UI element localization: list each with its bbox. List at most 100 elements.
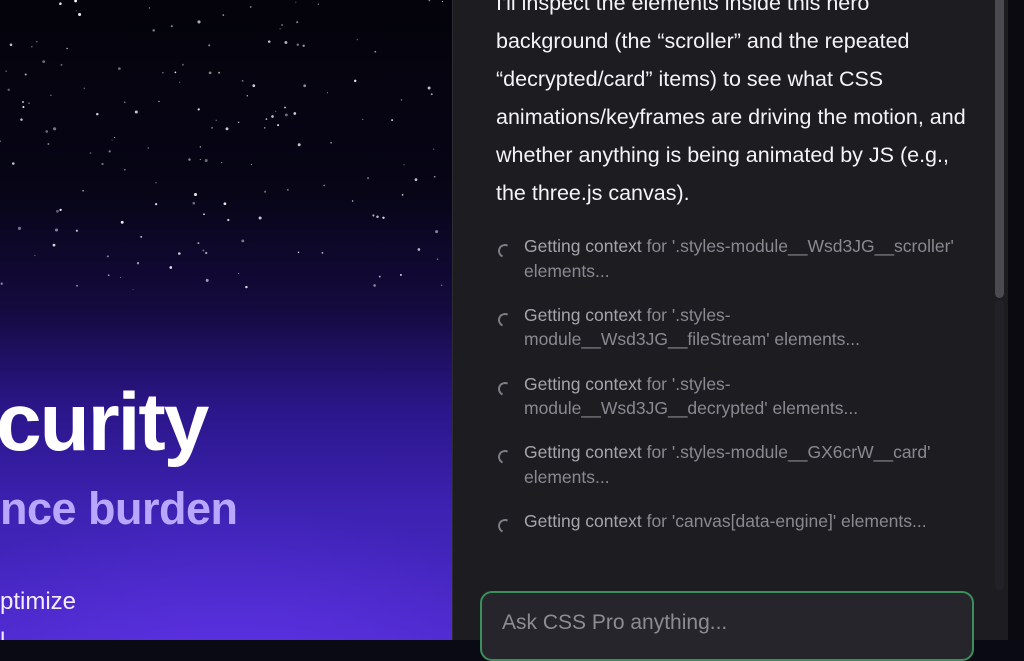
star	[66, 47, 68, 50]
star	[264, 127, 266, 129]
star	[83, 87, 85, 89]
star	[170, 25, 173, 28]
star	[197, 20, 201, 24]
star	[433, 148, 435, 150]
star	[433, 175, 436, 178]
star	[59, 2, 62, 6]
chat-composer[interactable]	[480, 591, 974, 661]
tool-call-lead: Getting context	[524, 373, 642, 394]
star	[205, 251, 208, 255]
tool-call-item: Getting context for '.styles-module__Wsd…	[496, 234, 976, 303]
star	[56, 209, 59, 213]
star	[179, 81, 181, 83]
star	[22, 105, 25, 109]
star	[108, 150, 111, 153]
star	[140, 235, 143, 238]
star	[427, 86, 431, 90]
star	[296, 21, 299, 24]
star	[205, 278, 209, 282]
star	[0, 140, 2, 143]
star	[376, 215, 379, 218]
star	[75, 10, 77, 12]
star	[293, 112, 297, 115]
star	[265, 118, 268, 120]
star	[317, 3, 320, 5]
star	[356, 38, 358, 41]
chat-input[interactable]	[502, 611, 942, 635]
star	[250, 163, 253, 166]
star	[225, 127, 229, 131]
star	[252, 84, 256, 88]
star	[203, 213, 205, 216]
star	[197, 242, 200, 245]
star	[120, 220, 124, 224]
star	[192, 201, 196, 205]
star	[401, 194, 404, 196]
star	[227, 218, 230, 222]
star	[47, 143, 50, 145]
star	[124, 169, 126, 171]
window-edge	[1008, 0, 1024, 640]
star	[202, 249, 205, 252]
star	[249, 6, 252, 8]
tool-call-lead: Getting context	[524, 304, 642, 325]
star	[9, 43, 13, 47]
star	[106, 255, 109, 258]
star	[74, 0, 78, 3]
tool-call-text: Getting context for '.styles-module__GX6…	[524, 440, 964, 489]
tool-call-item: Getting context for '.styles-module__Wsd…	[496, 303, 976, 372]
hero-bullet: ptimize	[0, 588, 77, 615]
spinner-icon	[496, 448, 514, 467]
tool-call-list: Getting context for '.styles-module__Wsd…	[496, 234, 976, 578]
star	[323, 184, 325, 187]
spinner-icon	[496, 379, 514, 398]
hero-headline: curity	[0, 377, 209, 468]
star	[28, 102, 30, 104]
star	[5, 70, 7, 72]
star	[174, 71, 177, 74]
star	[111, 139, 113, 141]
star	[238, 272, 240, 275]
star	[211, 126, 214, 129]
star	[82, 189, 84, 192]
star	[182, 63, 184, 66]
star	[147, 147, 149, 149]
star	[199, 158, 201, 160]
star	[428, 0, 431, 2]
star	[287, 189, 289, 191]
star	[59, 208, 62, 212]
star	[246, 95, 248, 97]
star	[148, 7, 150, 9]
star	[238, 121, 240, 123]
star	[193, 192, 198, 197]
star	[24, 73, 27, 76]
star	[107, 274, 110, 276]
tool-call-text: Getting context for '.styles-module__Wsd…	[524, 372, 964, 421]
tool-call-text: Getting context for '.styles-module__Wsd…	[524, 303, 964, 352]
star	[17, 226, 22, 230]
star	[400, 99, 403, 101]
star	[52, 243, 56, 247]
scrollbar-track[interactable]	[995, 300, 1004, 590]
star	[241, 239, 245, 243]
star	[118, 67, 121, 70]
starfield	[0, 0, 444, 291]
star	[284, 41, 288, 44]
star	[297, 143, 301, 147]
star	[351, 200, 354, 202]
scrollbar-thumb[interactable]	[995, 0, 1004, 298]
star	[188, 158, 191, 161]
star	[241, 80, 244, 82]
star	[162, 71, 164, 74]
star	[436, 258, 439, 260]
star	[136, 262, 140, 265]
star	[0, 282, 3, 285]
star	[134, 110, 138, 114]
hero-background: curity nce burden ptimize l	[0, 0, 452, 640]
star	[330, 141, 332, 144]
assistant-message: I'll inspect the elements inside this he…	[496, 0, 966, 205]
star	[155, 182, 157, 184]
star	[215, 119, 217, 121]
star	[75, 229, 79, 232]
star	[154, 202, 158, 206]
